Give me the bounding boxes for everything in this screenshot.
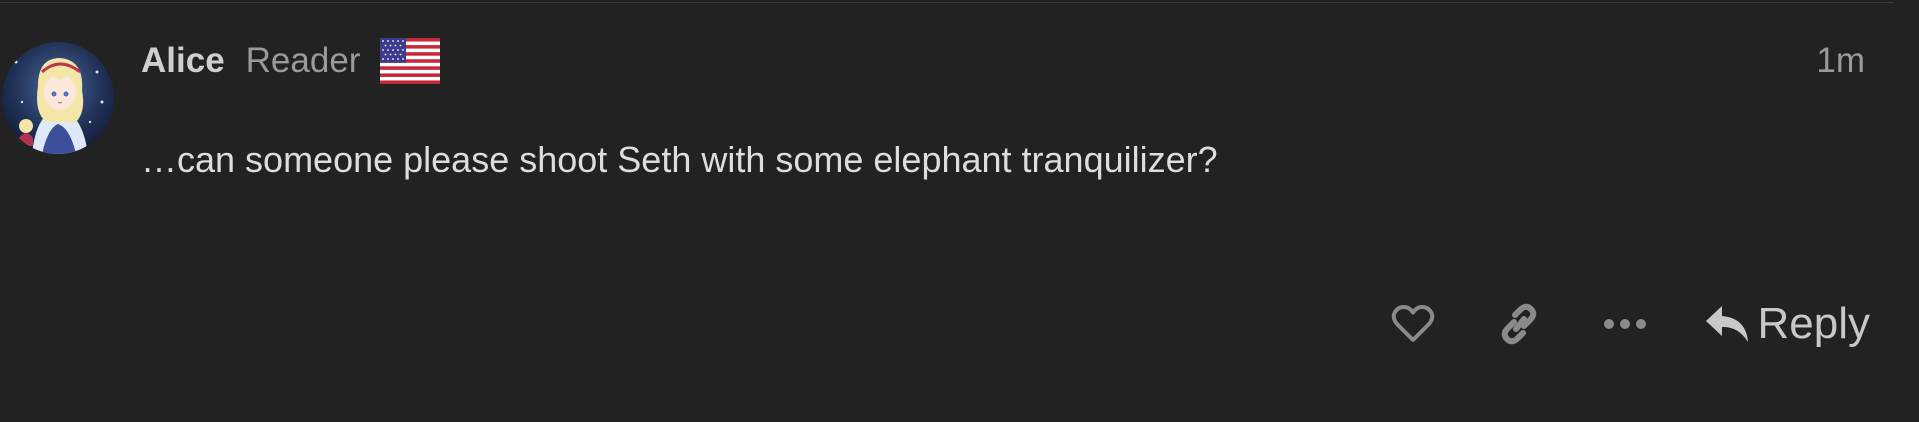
heart-icon (1391, 304, 1435, 344)
ellipsis-icon (1603, 317, 1647, 331)
like-button[interactable] (1385, 304, 1441, 344)
us-flag-icon (380, 38, 441, 84)
post: Alice Reader 1m …can someone please shoo… (0, 0, 1919, 422)
post-body: …can someone please shoot Seth with some… (141, 139, 1218, 180)
reply-arrow-icon (1704, 304, 1758, 344)
post-actions: Reply (1385, 296, 1871, 352)
more-options-button[interactable] (1597, 317, 1653, 331)
share-link-button[interactable] (1491, 301, 1547, 347)
divider (0, 2, 1894, 3)
post-header: Alice Reader (141, 38, 441, 84)
link-icon (1496, 301, 1542, 347)
user-title: Reader (245, 41, 361, 80)
username[interactable]: Alice (141, 41, 225, 81)
avatar[interactable] (2, 42, 114, 154)
post-date[interactable]: 1m (1816, 38, 1865, 84)
reply-label: Reply (1757, 299, 1871, 348)
reply-button[interactable]: Reply (1704, 299, 1871, 349)
